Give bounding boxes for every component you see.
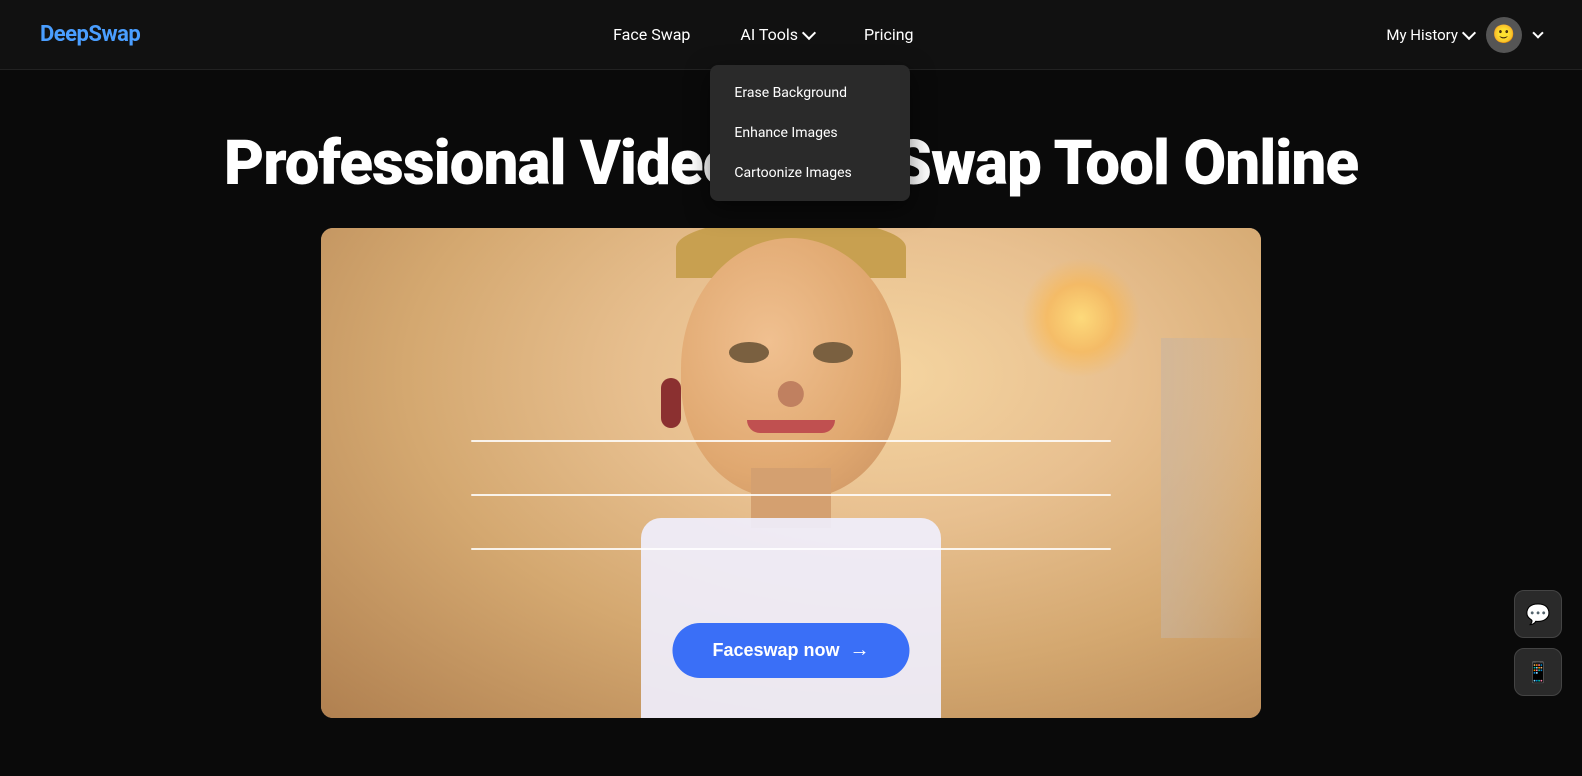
dropdown-item-erase-background[interactable]: Erase Background <box>710 73 910 113</box>
person-body <box>641 518 941 718</box>
dropdown-item-cartoonize-images[interactable]: Cartoonize Images <box>710 153 910 193</box>
ai-tools-dropdown: Erase Background Enhance Images Cartooni… <box>710 65 910 201</box>
hero-image: Faceswap now → <box>321 228 1261 718</box>
pricing-label: Pricing <box>864 25 914 44</box>
dropdown-item-enhance-images[interactable]: Enhance Images <box>710 113 910 153</box>
side-person <box>1161 338 1261 638</box>
my-history-button[interactable]: My History <box>1386 26 1474 44</box>
history-chevron-icon <box>1462 26 1476 40</box>
arrow-right-icon: → <box>850 639 870 662</box>
avatar-icon: 🙂 <box>1493 24 1515 45</box>
earring-left <box>661 378 681 428</box>
chevron-down-icon <box>802 26 816 40</box>
app-icon: 📱 <box>1526 660 1551 684</box>
nav-center: Face Swap AI Tools Erase Background Enha… <box>613 25 913 44</box>
my-history-label: My History <box>1386 26 1458 44</box>
logo-text: DeepSwap <box>40 22 140 47</box>
nav-item-ai-tools[interactable]: AI Tools Erase Background Enhance Images… <box>740 25 814 44</box>
person-head <box>681 238 901 498</box>
floating-buttons: 💬 📱 <box>1514 590 1562 696</box>
light-glow <box>1021 258 1141 378</box>
faceswap-btn-label: Faceswap now <box>712 640 839 661</box>
face-swap-label: Face Swap <box>613 25 690 44</box>
avatar-chevron-icon <box>1532 27 1543 38</box>
nav-right: My History 🙂 <box>1386 17 1542 53</box>
nav-item-pricing[interactable]: Pricing <box>864 25 914 44</box>
chat-float-button[interactable]: 💬 <box>1514 590 1562 638</box>
logo[interactable]: DeepSwap <box>40 22 140 47</box>
navbar: DeepSwap Face Swap AI Tools Erase Backgr… <box>0 0 1582 70</box>
chat-icon: 💬 <box>1526 602 1551 626</box>
app-float-button[interactable]: 📱 <box>1514 648 1562 696</box>
nav-item-face-swap[interactable]: Face Swap <box>613 25 690 44</box>
ai-tools-label: AI Tools <box>740 25 798 44</box>
faceswap-now-button[interactable]: Faceswap now → <box>672 623 909 678</box>
user-avatar[interactable]: 🙂 <box>1486 17 1522 53</box>
